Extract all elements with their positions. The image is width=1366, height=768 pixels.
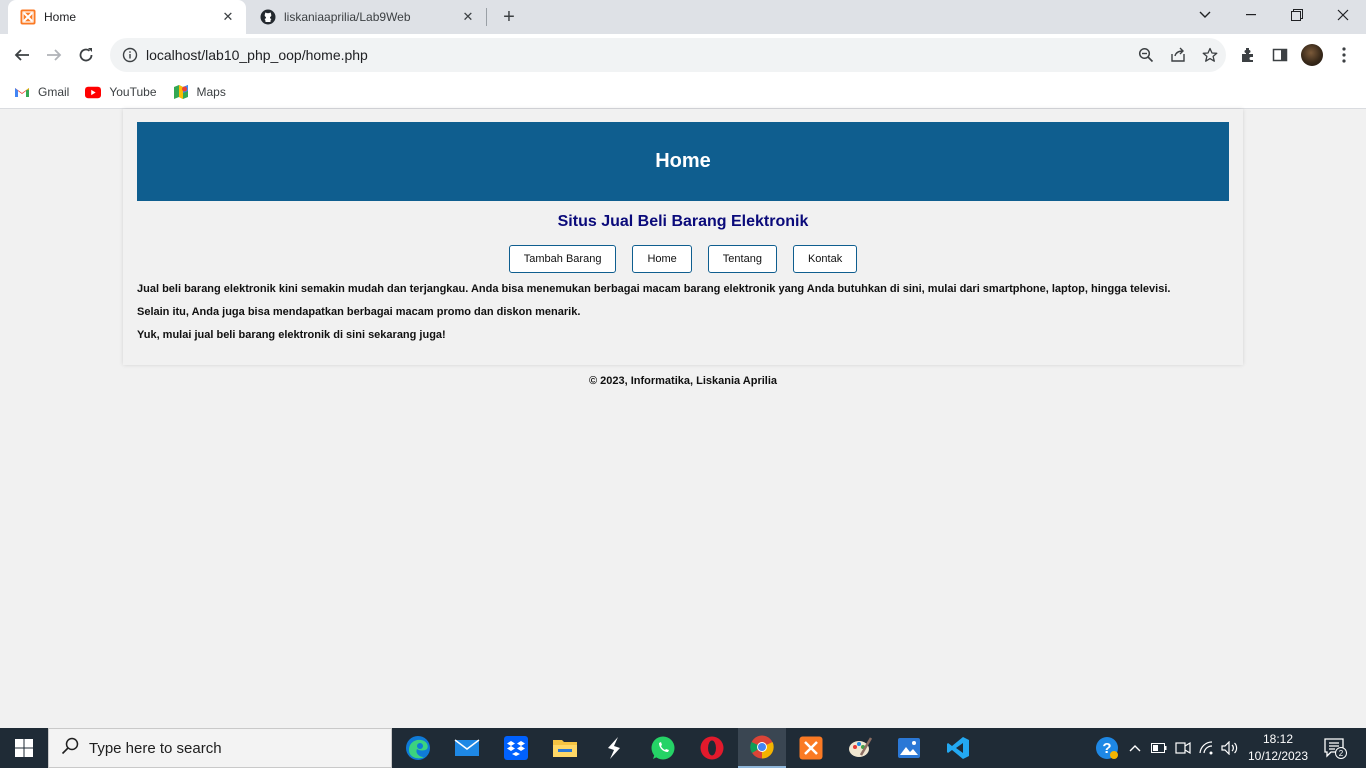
url-text: localhost/lab10_php_oop/home.php (146, 47, 368, 63)
xampp-taskbar-icon[interactable] (787, 728, 835, 768)
vscode-icon[interactable] (934, 728, 982, 768)
promo-paragraph: Selain itu, Anda juga bisa mendapatkan b… (137, 306, 581, 318)
bookmark-label: Maps (196, 85, 226, 99)
share-icon[interactable] (1162, 43, 1194, 67)
paint-icon[interactable] (836, 728, 884, 768)
bookmark-youtube[interactable]: YouTube (85, 84, 157, 100)
bookmarks-bar: Gmail YouTube Maps (0, 76, 1366, 109)
side-panel-icon[interactable] (1268, 43, 1292, 67)
chevron-up-icon[interactable] (1126, 728, 1144, 768)
notification-count: 2 (1339, 749, 1344, 758)
search-icon (61, 737, 79, 760)
clock-time: 18:12 (1262, 732, 1294, 746)
minimize-button[interactable] (1228, 0, 1274, 30)
close-window-button[interactable] (1320, 0, 1366, 30)
volume-icon[interactable] (1220, 728, 1240, 768)
site-subtitle: Situs Jual Beli Barang Elektronik (557, 213, 809, 230)
maps-icon (173, 84, 189, 100)
profile-avatar[interactable] (1301, 44, 1323, 66)
menu-kebab-icon[interactable] (1332, 43, 1356, 67)
restore-button[interactable] (1274, 0, 1320, 30)
xampp-icon (20, 9, 36, 25)
opera-icon[interactable] (688, 728, 736, 768)
notification-center-icon[interactable]: 2 (1320, 728, 1350, 768)
back-icon[interactable] (10, 43, 34, 67)
nav-tambah-barang[interactable]: Tambah Barang (508, 245, 617, 273)
bookmark-label: YouTube (109, 85, 157, 99)
chrome-icon[interactable] (738, 728, 786, 768)
extensions-icon[interactable] (1236, 43, 1260, 67)
browser-toolbar: localhost/lab10_php_oop/home.php (0, 34, 1366, 76)
tab-strip: Home ✕ liskaniaaprilia/Lab9Web ✕ + (0, 0, 1366, 34)
mail-icon[interactable] (443, 728, 491, 768)
site-info-icon[interactable] (114, 47, 146, 63)
search-placeholder: Type here to search (89, 739, 222, 757)
page-title: Home (655, 150, 711, 172)
zoom-icon[interactable] (1130, 43, 1162, 67)
clock-date: 10/12/2023 (1247, 749, 1309, 763)
intro-paragraph: Jual beli barang elektronik kini semakin… (137, 283, 1171, 295)
tab-search-chevron-icon[interactable] (1182, 0, 1228, 30)
taskbar-search[interactable]: Type here to search (48, 728, 392, 768)
taskbar-clock[interactable]: 18:12 10/12/2023 (1244, 731, 1312, 765)
help-icon[interactable]: ? (1094, 728, 1120, 768)
battery-icon[interactable] (1150, 728, 1168, 768)
whatsapp-icon[interactable] (639, 728, 687, 768)
close-tab-icon[interactable]: ✕ (460, 9, 476, 25)
nav-tentang[interactable]: Tentang (707, 245, 777, 273)
github-icon (260, 9, 276, 25)
main-nav: Tambah Barang Home Tentang Kontak (123, 245, 1243, 273)
tab-divider (486, 8, 487, 26)
tab-title: Home (44, 10, 77, 24)
tab-github[interactable]: liskaniaaprilia/Lab9Web ✕ (250, 0, 486, 34)
page-header: Home (137, 122, 1229, 201)
bookmark-gmail[interactable]: Gmail (14, 84, 69, 100)
youtube-icon (85, 84, 102, 100)
windows-start-icon[interactable] (0, 728, 48, 768)
content-container: Home Situs Jual Beli Barang Elektronik T… (123, 109, 1243, 365)
camera-icon[interactable] (1174, 728, 1192, 768)
page-viewport: Home Situs Jual Beli Barang Elektronik T… (0, 109, 1366, 728)
file-explorer-icon[interactable] (541, 728, 589, 768)
bookmark-star-icon[interactable] (1194, 43, 1226, 67)
new-tab-button[interactable]: + (498, 6, 520, 28)
photos-icon[interactable] (885, 728, 933, 768)
nav-kontak[interactable]: Kontak (792, 245, 858, 273)
tab-home[interactable]: Home ✕ (8, 0, 246, 34)
close-tab-icon[interactable]: ✕ (220, 9, 236, 25)
page-footer: © 2023, Informatika, Liskania Aprilia (588, 375, 778, 387)
tab-title: liskaniaaprilia/Lab9Web (284, 10, 411, 24)
dropbox-icon[interactable] (492, 728, 540, 768)
wifi-icon[interactable] (1198, 728, 1216, 768)
sublime-icon[interactable] (590, 728, 638, 768)
reload-icon[interactable] (74, 43, 98, 67)
forward-icon[interactable] (42, 43, 66, 67)
bookmark-maps[interactable]: Maps (173, 84, 226, 100)
gmail-icon (14, 84, 30, 100)
bookmark-label: Gmail (38, 85, 70, 99)
taskbar: Type here to search ? 18:12 10/12/2023 2 (0, 728, 1366, 768)
cta-paragraph: Yuk, mulai jual beli barang elektronik d… (137, 329, 446, 341)
address-bar[interactable]: localhost/lab10_php_oop/home.php (110, 38, 1226, 72)
nav-home[interactable]: Home (632, 245, 692, 273)
edge-icon[interactable] (394, 728, 442, 768)
